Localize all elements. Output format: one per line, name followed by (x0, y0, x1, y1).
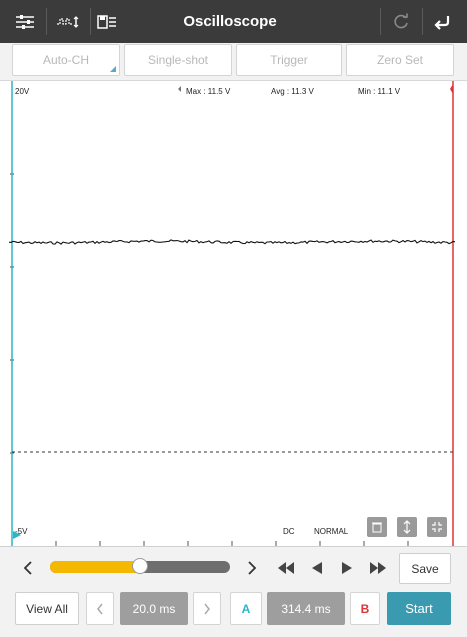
slider-fill (50, 561, 140, 573)
fast-forward-icon[interactable] (367, 558, 389, 578)
avg-readout: Avg : 11.3 V (271, 87, 314, 96)
divider (380, 8, 381, 35)
cursor-b-label: B (360, 601, 370, 616)
time-decrease-button[interactable] (86, 592, 114, 625)
expand-vertical-icon[interactable] (397, 517, 417, 537)
waveform-icon[interactable] (52, 0, 84, 43)
corner-indicator-icon (110, 66, 116, 72)
save-button[interactable]: Save (399, 553, 451, 584)
divider (90, 8, 91, 35)
auto-ch-label: Auto-CH (42, 53, 89, 67)
mode-label: NORMAL (314, 527, 349, 536)
rewind-icon[interactable] (275, 558, 297, 578)
range-top-label: 20V (15, 87, 30, 96)
max-marker-icon (178, 86, 181, 92)
max-readout: Max : 11.5 V (186, 87, 231, 96)
save-label: Save (411, 561, 439, 576)
view-all-button[interactable]: View All (15, 592, 79, 625)
time-div-value: 20.0 ms (132, 601, 176, 616)
play-icon[interactable] (337, 558, 357, 578)
zero-set-button[interactable]: Zero Set (346, 44, 454, 76)
back-icon[interactable] (426, 0, 458, 43)
divider (422, 8, 423, 35)
save-list-icon[interactable] (94, 0, 120, 43)
auto-ch-button[interactable]: Auto-CH (12, 44, 120, 76)
step-back-icon[interactable] (307, 558, 327, 578)
trigger-label: Trigger (270, 53, 308, 67)
view-all-label: View All (26, 601, 68, 616)
start-button[interactable]: Start (387, 592, 451, 625)
slider-next-icon[interactable] (242, 558, 262, 578)
chevron-left-icon (97, 603, 103, 614)
divider (46, 8, 47, 35)
cursor-b-marker (450, 84, 453, 94)
chevron-right-icon (204, 603, 210, 614)
slider-prev-icon[interactable] (18, 558, 38, 578)
single-shot-button[interactable]: Single-shot (124, 44, 232, 76)
timeline-slider[interactable] (50, 558, 230, 574)
cursor-delta-display: 314.4 ms (267, 592, 345, 625)
coupling-label: DC (283, 527, 295, 536)
min-readout: Min : 11.1 V (358, 87, 401, 96)
cursor-delta-value: 314.4 ms (281, 601, 331, 616)
range-bottom-label: -5V (15, 527, 28, 536)
time-div-display: 20.0 ms (120, 592, 188, 625)
refresh-icon[interactable] (386, 0, 416, 43)
cursor-a-button[interactable]: A (230, 592, 262, 625)
cursor-b-button[interactable]: B (350, 592, 380, 625)
waveform-display[interactable]: 20V Max : 11.5 V Avg : 11.3 V Min : 11.1… (0, 81, 467, 546)
single-shot-label: Single-shot (147, 53, 209, 67)
zero-set-label: Zero Set (376, 53, 424, 67)
slider-thumb[interactable] (132, 558, 148, 574)
page-title: Oscilloscope (183, 13, 277, 30)
start-label: Start (405, 601, 433, 616)
sliders-icon[interactable] (10, 0, 40, 43)
compress-icon[interactable] (427, 517, 447, 537)
trigger-button[interactable]: Trigger (236, 44, 342, 76)
signal-trace (8, 239, 456, 245)
cursor-a-label: A (241, 601, 251, 616)
title-bar: Oscilloscope (0, 0, 467, 43)
time-increase-button[interactable] (193, 592, 221, 625)
delete-icon[interactable] (367, 517, 387, 537)
